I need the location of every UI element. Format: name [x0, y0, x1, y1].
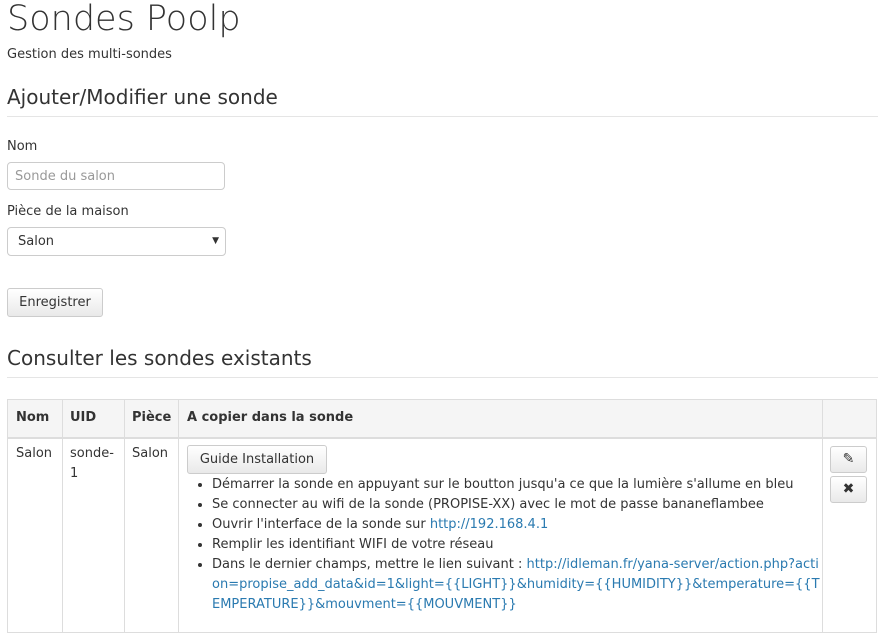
- column-divider: [124, 400, 125, 632]
- instruction-item: Démarrer la sonde en appuyant sur le bou…: [212, 475, 822, 495]
- instruction-item: Ouvrir l'interface de la sonde sur http:…: [212, 515, 822, 535]
- page-title: Sondes Poolp: [7, 0, 241, 39]
- close-icon: ✖: [842, 481, 855, 497]
- instruction-item: Remplir les identifiant WIFI de votre ré…: [212, 535, 822, 555]
- column-header-name: Nom: [16, 410, 50, 425]
- name-label: Nom: [7, 139, 38, 154]
- column-divider: [178, 400, 179, 632]
- table-header: Nom UID Pièce A copier dans la sonde: [8, 400, 876, 439]
- list-section-title: Consulter les sondes existants: [7, 346, 312, 370]
- save-button[interactable]: Enregistrer: [7, 288, 103, 317]
- caret-down-icon: ▼: [212, 236, 219, 246]
- instruction-text: Remplir les identifiant WIFI de votre ré…: [212, 537, 494, 552]
- instructions-list: Démarrer la sonde en appuyant sur le bou…: [193, 475, 822, 615]
- form-section-divider: [7, 116, 878, 117]
- instruction-text: Se connecter au wifi de la sonde (PROPIS…: [212, 497, 764, 512]
- room-label: Pièce de la maison: [7, 204, 129, 219]
- form-section-title: Ajouter/Modifier une sonde: [7, 85, 278, 109]
- probe-room-cell: Salon: [132, 446, 169, 461]
- column-header-room: Pièce: [132, 410, 172, 425]
- probes-table: Nom UID Pièce A copier dans la sonde Sal…: [7, 399, 877, 633]
- column-header-uid: UID: [70, 410, 97, 425]
- column-divider: [822, 400, 823, 632]
- instruction-text: Démarrer la sonde en appuyant sur le bou…: [212, 477, 794, 492]
- page-subtitle: Gestion des multi-sondes: [7, 47, 172, 62]
- probe-uid-cell-line1: sonde-: [70, 446, 114, 461]
- guide-installation-button[interactable]: Guide Installation: [187, 445, 327, 474]
- column-divider: [62, 400, 63, 632]
- list-section-divider: [7, 377, 878, 378]
- instruction-text: Ouvrir l'interface de la sonde sur: [212, 517, 430, 532]
- delete-button[interactable]: ✖: [830, 476, 867, 503]
- instruction-item: Se connecter au wifi de la sonde (PROPIS…: [212, 495, 822, 515]
- instruction-text: Dans le dernier champs, mettre le lien s…: [212, 557, 527, 572]
- probe-name-cell: Salon: [16, 446, 53, 461]
- pencil-icon: ✎: [842, 451, 855, 467]
- name-input[interactable]: [7, 162, 225, 190]
- instruction-item: Dans le dernier champs, mettre le lien s…: [212, 555, 822, 615]
- interface-link[interactable]: http://192.168.4.1: [430, 517, 548, 532]
- column-header-copy: A copier dans la sonde: [187, 410, 354, 425]
- edit-button[interactable]: ✎: [830, 446, 867, 473]
- room-select[interactable]: Salon ▼: [7, 227, 226, 256]
- probe-uid-cell-line2: 1: [70, 466, 79, 481]
- room-select-value: Salon: [18, 234, 55, 249]
